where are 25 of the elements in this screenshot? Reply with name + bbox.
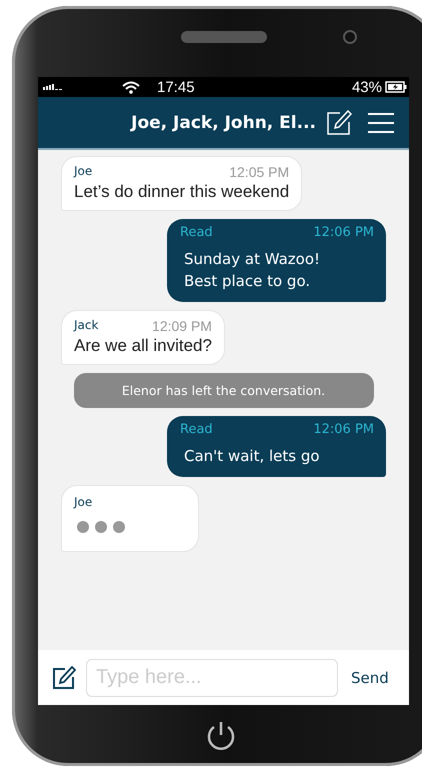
camera-dot bbox=[343, 30, 357, 44]
wifi-icon bbox=[122, 80, 140, 94]
typing-dots-icon bbox=[77, 521, 125, 533]
message-time: 12:09 PM bbox=[152, 318, 212, 334]
edit-icon[interactable] bbox=[52, 666, 76, 690]
conversation-title: Joe, Jack, John, El... bbox=[131, 112, 316, 132]
system-notice: Elenor has left the conversation. bbox=[74, 373, 374, 408]
read-status: Read bbox=[180, 422, 213, 437]
battery-percent: 43% bbox=[352, 78, 382, 96]
message-text: Sunday at Wazoo! Best place to go. bbox=[184, 249, 322, 292]
message-text: Let’s do dinner this weekend bbox=[74, 182, 290, 202]
signal-icon bbox=[43, 84, 65, 90]
read-status: Read bbox=[180, 225, 213, 240]
edit-icon[interactable] bbox=[326, 110, 352, 136]
message-time: 12:06 PM bbox=[313, 225, 374, 240]
message-text: Are we all invited? bbox=[74, 336, 212, 356]
message-time: 12:06 PM bbox=[313, 422, 374, 437]
send-link[interactable]: Send bbox=[351, 668, 389, 686]
message-time: 12:05 PM bbox=[229, 164, 290, 180]
clock-time: 17:45 bbox=[157, 78, 195, 96]
sender-name: Joe bbox=[74, 164, 92, 180]
sender-name: Joe bbox=[74, 495, 94, 509]
sender-name: Jack bbox=[74, 318, 98, 334]
menu-icon[interactable] bbox=[368, 112, 394, 134]
message-text: Can't wait, lets go bbox=[184, 446, 321, 467]
